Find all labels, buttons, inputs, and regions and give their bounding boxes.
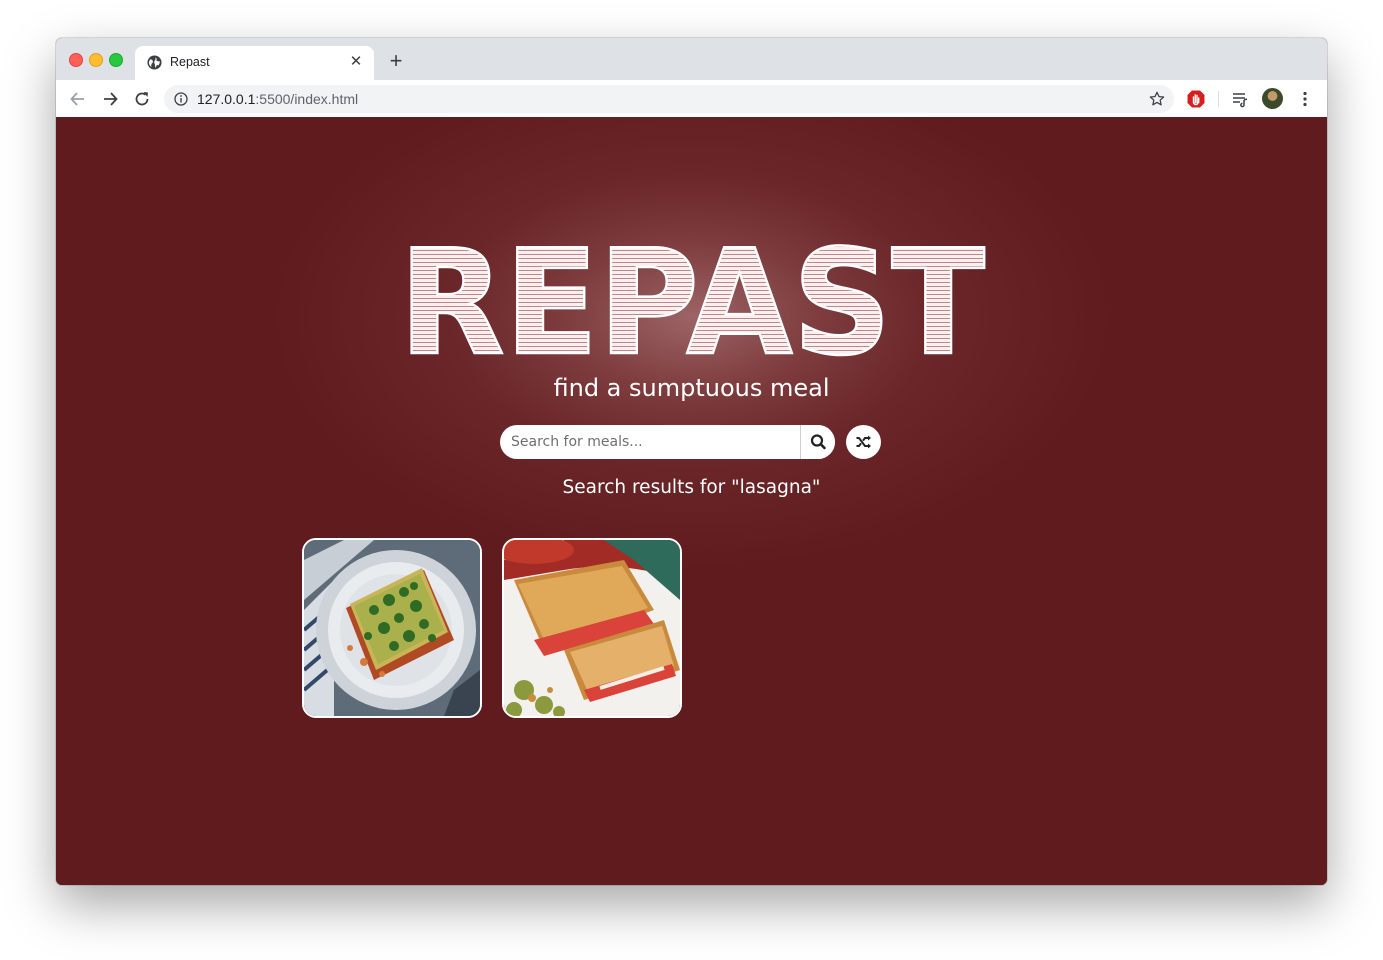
url-text: 127.0.0.1:5500/index.html: [197, 91, 358, 107]
new-tab-button[interactable]: +: [386, 50, 406, 72]
meal-card[interactable]: [302, 538, 482, 718]
minimize-window-button[interactable]: [89, 53, 103, 67]
meal-card[interactable]: [502, 538, 682, 718]
maximize-window-button[interactable]: [109, 53, 123, 67]
profile-avatar[interactable]: [1262, 88, 1283, 109]
grilled-sandwich-image: [504, 540, 680, 716]
page-viewport: REPAST find a sumptuous meal Search resu…: [56, 117, 1327, 885]
random-meal-button[interactable]: [846, 425, 881, 459]
tagline: find a sumptuous meal: [553, 374, 830, 402]
url-host: 127.0.0.1: [197, 91, 256, 107]
close-tab-icon[interactable]: ✕: [348, 54, 364, 70]
address-bar[interactable]: 127.0.0.1:5500/index.html: [164, 85, 1174, 113]
bookmark-star-icon[interactable]: [1148, 90, 1166, 108]
tab-strip: Repast ✕ +: [56, 38, 1327, 80]
media-queue-icon[interactable]: [1230, 89, 1250, 109]
more-menu-icon[interactable]: [1295, 89, 1315, 109]
search-icon: [810, 434, 826, 450]
close-window-button[interactable]: [69, 53, 83, 67]
back-arrow-icon[interactable]: [68, 89, 88, 109]
lasagna-plate-image: [304, 540, 480, 716]
shuffle-icon: [856, 435, 871, 449]
logo-text: REPAST: [399, 231, 985, 361]
browser-tab[interactable]: Repast ✕: [135, 46, 374, 80]
search-form: [500, 425, 835, 459]
logo: REPAST: [398, 231, 987, 361]
info-icon[interactable]: [174, 92, 188, 106]
results-heading: Search results for "lasagna": [562, 477, 821, 498]
forward-arrow-icon[interactable]: [100, 89, 120, 109]
browser-toolbar: 127.0.0.1:5500/index.html: [56, 80, 1327, 118]
tab-title: Repast: [170, 55, 210, 69]
browser-window: Repast ✕ + 127.0.0.1:5500/index.html REP…: [56, 38, 1327, 885]
toolbar-separator: [1218, 91, 1219, 107]
url-path: :5500/index.html: [255, 91, 359, 107]
adblock-extension-icon[interactable]: [1186, 89, 1206, 109]
reload-icon[interactable]: [132, 89, 152, 109]
search-input[interactable]: [500, 425, 792, 459]
globe-icon: [147, 55, 162, 70]
search-button[interactable]: [800, 425, 835, 459]
